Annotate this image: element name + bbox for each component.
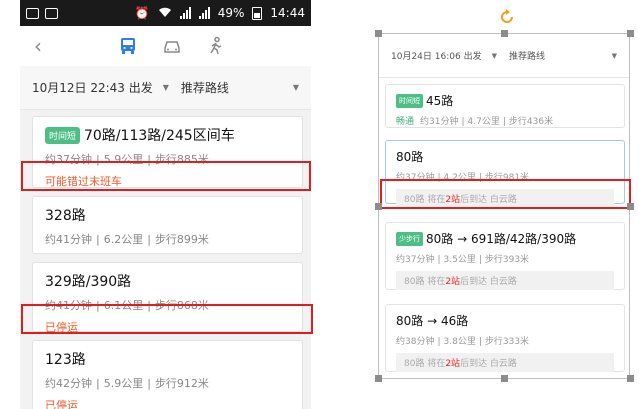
chevron-down-icon: ▼ — [162, 83, 169, 92]
route-title: 80路 → 46路 — [396, 314, 469, 328]
highlight-box — [21, 161, 311, 191]
route-distance: 6.2公里 — [103, 233, 144, 246]
route-title: 329路/390路 — [45, 274, 132, 290]
resize-handle[interactable] — [501, 30, 508, 37]
route-warning: 已停运 — [45, 399, 78, 409]
battery-percent: 49% — [217, 6, 245, 20]
route-card[interactable]: 123路 约42分钟 | 5.9公里 | 步行912米 已停运 — [32, 340, 303, 409]
bus-icon[interactable] — [116, 34, 140, 58]
route-duration: 约31分钟 — [420, 117, 459, 127]
chevron-down-icon: ▼ — [611, 51, 617, 60]
resize-handle[interactable] — [375, 203, 382, 210]
highlight-box — [21, 304, 313, 334]
route-card[interactable]: 328路 约41分钟 | 6.2公里 | 步行899米 — [32, 196, 303, 254]
arrival-stops: 2站 — [445, 277, 461, 287]
resize-handle[interactable] — [627, 203, 634, 210]
travel-mode-tabs — [116, 34, 228, 58]
resize-handle[interactable] — [627, 375, 634, 382]
arrival-text: 80路 将在 — [404, 359, 446, 369]
route-walk: 步行333米 — [484, 337, 530, 347]
route-distance: 4.7公里 — [467, 117, 500, 127]
notification-icon — [26, 7, 39, 19]
route-walk: 步行393米 — [484, 255, 530, 265]
nav-bar: ‹ — [20, 26, 311, 66]
route-sort-selector[interactable]: 推荐路线 — [509, 49, 545, 62]
departure-time-selector[interactable]: 10月24日 16:06 出发 — [391, 49, 482, 62]
arrival-info: 80路 将在2站后到达 白云路 — [396, 271, 614, 290]
route-card[interactable]: 80路 → 46路 约38分钟 | 3.8公里 | 步行333米 80路 将在2站后到达… — [385, 304, 625, 372]
route-walk: 步行899米 — [154, 233, 209, 246]
route-title: 45路 — [426, 94, 454, 108]
departure-filter-bar: 10月12日 22:43 出发 ▼ 推荐路线 ▼ — [20, 66, 311, 110]
highlight-box — [380, 179, 631, 209]
route-sort-selector[interactable]: 推荐路线 — [181, 79, 229, 96]
resize-handle[interactable] — [375, 30, 382, 37]
route-distance: 3.5公里 — [443, 255, 476, 265]
wifi-icon — [158, 6, 172, 21]
clock: 14:44 — [270, 6, 305, 20]
back-button[interactable]: ‹ — [34, 36, 42, 56]
arrival-text: 后到达 白云路 — [460, 359, 517, 369]
arrival-stops: 2站 — [445, 359, 461, 369]
departure-time-selector[interactable]: 10月12日 22:43 出发 — [32, 79, 153, 96]
route-distance: 5.9公里 — [103, 377, 144, 390]
rotate-handle-icon[interactable] — [499, 9, 515, 25]
resize-handle[interactable] — [501, 375, 508, 382]
arrival-info: 80路 将在2站后到达 白云路 — [396, 353, 614, 372]
route-title: 328路 — [45, 208, 86, 224]
route-duration: 约41分钟 — [45, 233, 92, 246]
chevron-down-icon: ▼ — [292, 83, 299, 92]
signal-icon — [179, 7, 191, 19]
battery-icon — [252, 6, 263, 20]
route-title: 80路 → 691路/42路/390路 — [426, 232, 577, 246]
arrival-text: 80路 将在 — [404, 277, 446, 287]
resize-handle[interactable] — [375, 375, 382, 382]
route-duration: 约37分钟 — [396, 255, 435, 265]
walk-icon[interactable] — [204, 34, 228, 58]
route-card[interactable]: 少步行 80路 → 691路/42路/390路 约37分钟 | 3.5公里 | 步行393… — [385, 222, 625, 290]
status-bar: ⏰ 49% 14:44 — [20, 0, 311, 26]
route-duration: 约42分钟 — [45, 377, 92, 390]
car-icon[interactable] — [160, 34, 184, 58]
signal-icon-2 — [198, 7, 210, 19]
resize-handle[interactable] — [627, 30, 634, 37]
route-walk: 步行436米 — [508, 117, 554, 127]
route-tag: 时间短 — [45, 126, 81, 144]
route-tag: 少步行 — [396, 231, 423, 246]
alarm-icon: ⏰ — [134, 6, 150, 20]
departure-filter-bar: 10月24日 16:06 出发 ▼ 推荐路线 ▼ — [379, 34, 629, 78]
route-title: 70路/113路/245区间车 — [84, 128, 235, 144]
chevron-down-icon: ▼ — [491, 51, 497, 60]
route-distance: 3.8公里 — [443, 337, 476, 347]
traffic-status: 畅通 — [396, 117, 415, 127]
arrival-text: 后到达 白云路 — [460, 277, 517, 287]
route-title: 123路 — [45, 352, 86, 368]
route-card[interactable]: 时间短 45路 畅通 约31分钟 | 4.7公里 | 步行436米 — [385, 84, 625, 128]
route-duration: 约38分钟 — [396, 337, 435, 347]
left-phone-screen: ⏰ 49% 14:44 ‹ 10月12日 22:43 出发 ▼ 推荐路线 ▼ 时… — [20, 0, 311, 409]
image-notification-icon — [45, 7, 58, 19]
route-title: 80路 — [396, 150, 424, 164]
route-walk: 步行912米 — [154, 377, 209, 390]
route-tag: 时间短 — [396, 93, 423, 108]
